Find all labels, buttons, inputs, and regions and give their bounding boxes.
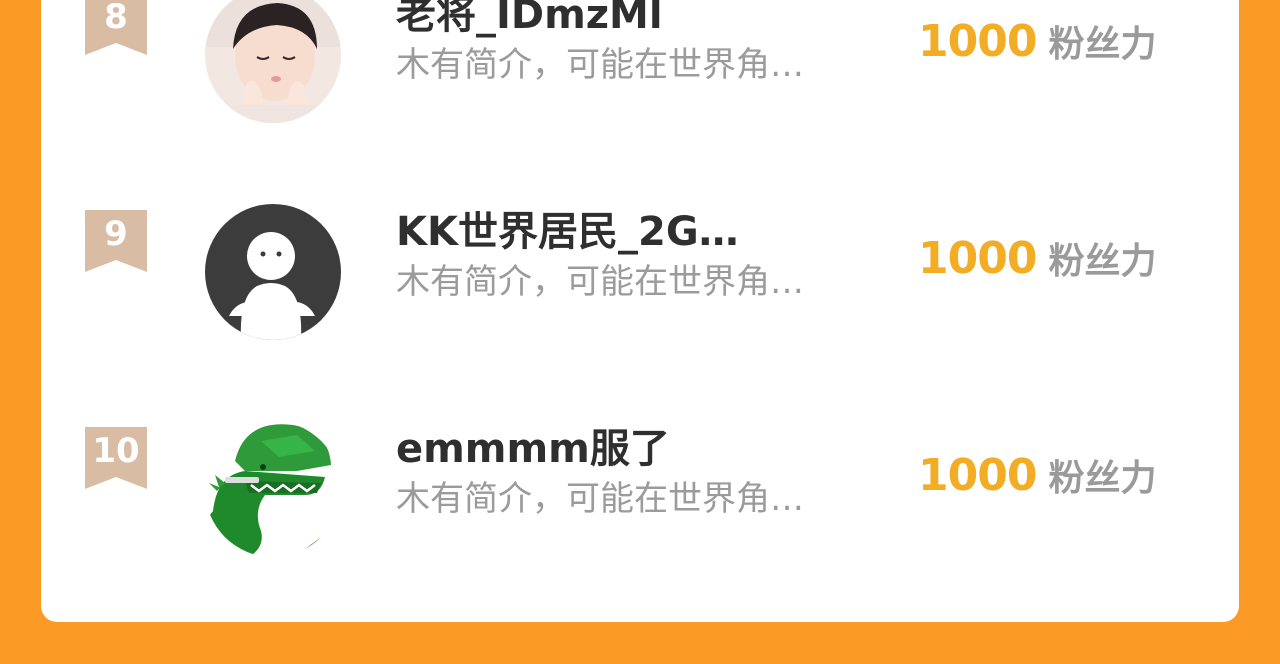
fans-count: 1000	[918, 450, 1037, 501]
ranking-row[interactable]: 10 emmmm服了 木有简介，可能在世界角… 1000 粉丝力	[41, 421, 1239, 571]
avatar[interactable]	[205, 204, 341, 340]
fans-label: 粉丝力	[1048, 24, 1157, 65]
username[interactable]: 老将_IDmzMl	[396, 0, 663, 39]
fans-power: 1000 粉丝力	[918, 451, 1156, 504]
girl-photo-avatar-icon	[205, 0, 341, 123]
ranking-row[interactable]: 9 KK世界居民_2G… 木有简介，可能在世界角… 1000 粉丝力	[41, 204, 1239, 354]
avatar[interactable]	[205, 0, 341, 123]
username[interactable]: KK世界居民_2G…	[396, 208, 739, 256]
user-bio: 木有简介，可能在世界角…	[396, 479, 804, 519]
fans-power: 1000 粉丝力	[918, 234, 1156, 287]
fans-label: 粉丝力	[1048, 458, 1157, 499]
ranking-panel: 8 老将_IDmzMl 木有简介，可能在世界角… 1000 粉丝力 9 KK世界…	[41, 0, 1239, 622]
username[interactable]: emmmm服了	[396, 425, 670, 473]
fans-label: 粉丝力	[1048, 241, 1157, 282]
rank-number: 9	[104, 214, 128, 254]
rank-ribbon-icon: 8	[85, 0, 147, 55]
fans-power: 1000 粉丝力	[918, 17, 1156, 70]
avatar[interactable]	[205, 421, 341, 557]
rank-number: 8	[104, 0, 128, 37]
rank-ribbon-icon: 9	[85, 210, 147, 272]
ranking-row[interactable]: 8 老将_IDmzMl 木有简介，可能在世界角… 1000 粉丝力	[41, 0, 1239, 137]
green-dinosaur-avatar-icon	[205, 421, 341, 557]
fans-count: 1000	[918, 16, 1037, 67]
user-bio: 木有简介，可能在世界角…	[396, 45, 804, 85]
rank-ribbon-icon: 10	[85, 427, 147, 489]
user-bio: 木有简介，可能在世界角…	[396, 262, 804, 302]
fans-count: 1000	[918, 233, 1037, 284]
rank-number: 10	[92, 431, 140, 471]
default-user-avatar-icon	[205, 204, 341, 340]
